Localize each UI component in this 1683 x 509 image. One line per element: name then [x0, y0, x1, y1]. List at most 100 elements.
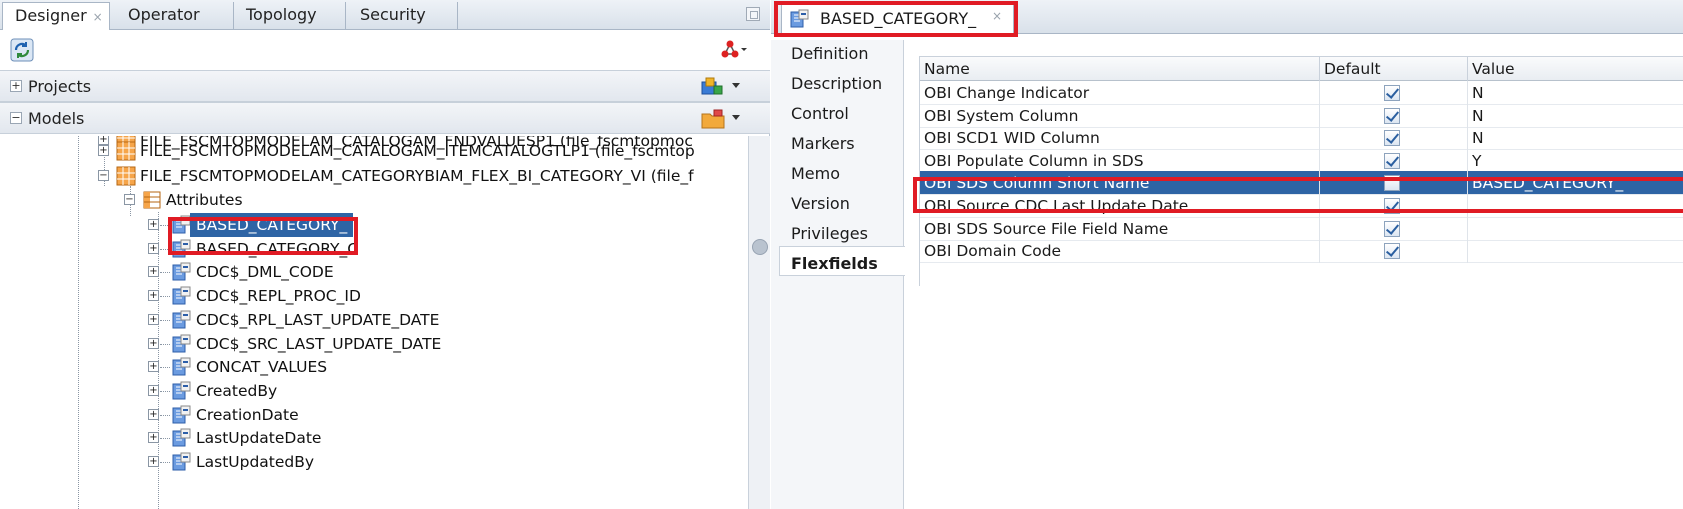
- datastore-icon: [116, 141, 136, 161]
- section-projects-label: Projects: [28, 77, 92, 96]
- tree-connector: [160, 414, 170, 416]
- expand-icon[interactable]: +: [98, 145, 109, 156]
- cell-value[interactable]: [1468, 239, 1683, 263]
- tree-item-attribute[interactable]: CreatedBy: [196, 379, 277, 403]
- tree-item-datastore[interactable]: FILE_FSCMTOPMODELAM_CATEGORYBIAM_FLEX_BI…: [140, 164, 694, 188]
- column-header-default[interactable]: Default: [1320, 57, 1468, 81]
- tab-topology[interactable]: Topology: [234, 2, 346, 30]
- tree-scrollbar[interactable]: [748, 136, 770, 509]
- expand-icon[interactable]: +: [148, 219, 159, 230]
- expand-icon[interactable]: +: [148, 408, 159, 420]
- section-models[interactable]: − Models: [0, 102, 770, 134]
- tree-item-attribute[interactable]: CDC$_REPL_PROC_ID: [196, 284, 361, 308]
- expand-icon[interactable]: +: [148, 290, 159, 302]
- nav-memo[interactable]: Memo: [791, 164, 840, 183]
- editor-nav: Definition Description Control Markers M…: [771, 40, 905, 509]
- column-header-name[interactable]: Name: [920, 57, 1320, 81]
- table-row[interactable]: OBI Change Indicator N: [920, 81, 1683, 105]
- project-add-icon[interactable]: [700, 76, 726, 98]
- cell-value[interactable]: [1468, 217, 1683, 241]
- column-icon: [172, 262, 192, 282]
- default-checkbox[interactable]: [1384, 130, 1400, 147]
- table-row[interactable]: OBI System Column N: [920, 103, 1683, 128]
- tree-item-attribute[interactable]: LastUpdatedBy: [196, 450, 314, 474]
- tree-item-attribute[interactable]: CONCAT_VALUES: [196, 355, 327, 379]
- table-row[interactable]: OBI SCD1 WID Column N: [920, 126, 1683, 151]
- refresh-icon[interactable]: [10, 38, 34, 62]
- cell-name: OBI Change Indicator: [920, 81, 1320, 105]
- flexfields-table: Name Default Value OBI Change Indicator N…: [919, 56, 1683, 286]
- collapse-icon[interactable]: −: [124, 194, 135, 205]
- table-row[interactable]: OBI Populate Column in SDS Y: [920, 148, 1683, 173]
- expand-icon[interactable]: +: [148, 337, 159, 349]
- tab-security[interactable]: Security: [348, 2, 458, 30]
- scrollbar-thumb[interactable]: [752, 239, 768, 255]
- tree-connector: [160, 343, 170, 345]
- tree-item-datastore[interactable]: FILE_FSCMTOPMODELAM_CATALOGAM_ITEMCATALO…: [140, 139, 695, 163]
- tree-item-attributes[interactable]: Attributes: [166, 188, 243, 212]
- close-icon[interactable]: ×: [93, 10, 103, 24]
- expand-icon[interactable]: +: [148, 266, 159, 278]
- nav-flexfields[interactable]: Flexfields: [791, 254, 878, 273]
- minimize-button[interactable]: [746, 7, 760, 21]
- collapse-icon[interactable]: −: [98, 170, 109, 181]
- designer-navigator: Designer × Operator Topology Security + P…: [0, 0, 770, 509]
- expand-icon[interactable]: +: [148, 384, 159, 396]
- cell-name: OBI Domain Code: [920, 239, 1320, 264]
- tree-item-attribute[interactable]: LastUpdateDate: [196, 426, 321, 450]
- model-folder-icon[interactable]: [700, 108, 726, 130]
- cell-default: [1320, 81, 1468, 105]
- expand-icon[interactable]: +: [148, 361, 159, 373]
- chevron-down-icon[interactable]: [732, 83, 740, 88]
- tab-security-label: Security: [360, 5, 426, 24]
- cell-value[interactable]: N: [1468, 126, 1683, 150]
- column-icon: [172, 286, 192, 306]
- column-icon: [172, 405, 192, 425]
- column-header-value[interactable]: Value: [1468, 57, 1683, 81]
- table-row[interactable]: OBI Domain Code: [920, 239, 1683, 264]
- tree-item-attribute[interactable]: CreationDate: [196, 403, 299, 427]
- nav-version[interactable]: Version: [791, 194, 850, 213]
- collapse-icon[interactable]: −: [10, 112, 22, 124]
- nav-definition[interactable]: Definition: [791, 44, 868, 63]
- column-icon: [172, 334, 192, 354]
- expand-icon[interactable]: +: [148, 242, 159, 254]
- expand-icon[interactable]: +: [148, 456, 159, 467]
- tree-item-attribute[interactable]: CDC$_DML_CODE: [196, 260, 334, 284]
- column-icon: [172, 310, 192, 330]
- connect-icon[interactable]: [720, 38, 748, 62]
- tree-connector: [160, 296, 170, 298]
- tab-operator[interactable]: Operator: [116, 2, 234, 30]
- default-checkbox[interactable]: [1384, 107, 1400, 124]
- expand-icon[interactable]: +: [148, 313, 159, 325]
- nav-markers[interactable]: Markers: [791, 134, 855, 153]
- table-row[interactable]: OBI SDS Source File Field Name: [920, 216, 1683, 241]
- default-checkbox[interactable]: [1384, 243, 1400, 260]
- section-projects[interactable]: + Projects: [0, 70, 770, 102]
- tab-designer[interactable]: Designer ×: [2, 2, 110, 31]
- default-checkbox[interactable]: [1384, 152, 1400, 169]
- tree-connector: [160, 367, 170, 369]
- column-icon: [172, 381, 192, 401]
- nav-privileges[interactable]: Privileges: [791, 224, 868, 243]
- tree-item-attribute[interactable]: CDC$_RPL_LAST_UPDATE_DATE: [196, 308, 439, 332]
- column-icon: [172, 452, 192, 472]
- tab-operator-label: Operator: [128, 5, 200, 24]
- model-tree: + FILE_FSCMTOPMODELAM_CATALOGAM_FNDVALUE…: [0, 136, 748, 509]
- tree-connector: [160, 272, 170, 274]
- default-checkbox[interactable]: [1384, 220, 1400, 237]
- expand-icon[interactable]: +: [148, 432, 159, 444]
- tree-item-attribute[interactable]: CDC$_SRC_LAST_UPDATE_DATE: [196, 332, 441, 356]
- cell-name: OBI SCD1 WID Column: [920, 126, 1320, 151]
- expand-icon[interactable]: +: [10, 80, 22, 92]
- nav-control[interactable]: Control: [791, 104, 849, 123]
- tab-designer-label: Designer: [15, 6, 87, 25]
- expand-icon[interactable]: +: [98, 136, 109, 145]
- cell-default: [1320, 239, 1468, 264]
- cell-value[interactable]: N: [1468, 104, 1683, 128]
- cell-value[interactable]: Y: [1468, 149, 1683, 173]
- nav-description[interactable]: Description: [791, 74, 882, 93]
- cell-value[interactable]: N: [1468, 81, 1683, 105]
- chevron-down-icon[interactable]: [732, 115, 740, 120]
- default-checkbox[interactable]: [1384, 85, 1400, 101]
